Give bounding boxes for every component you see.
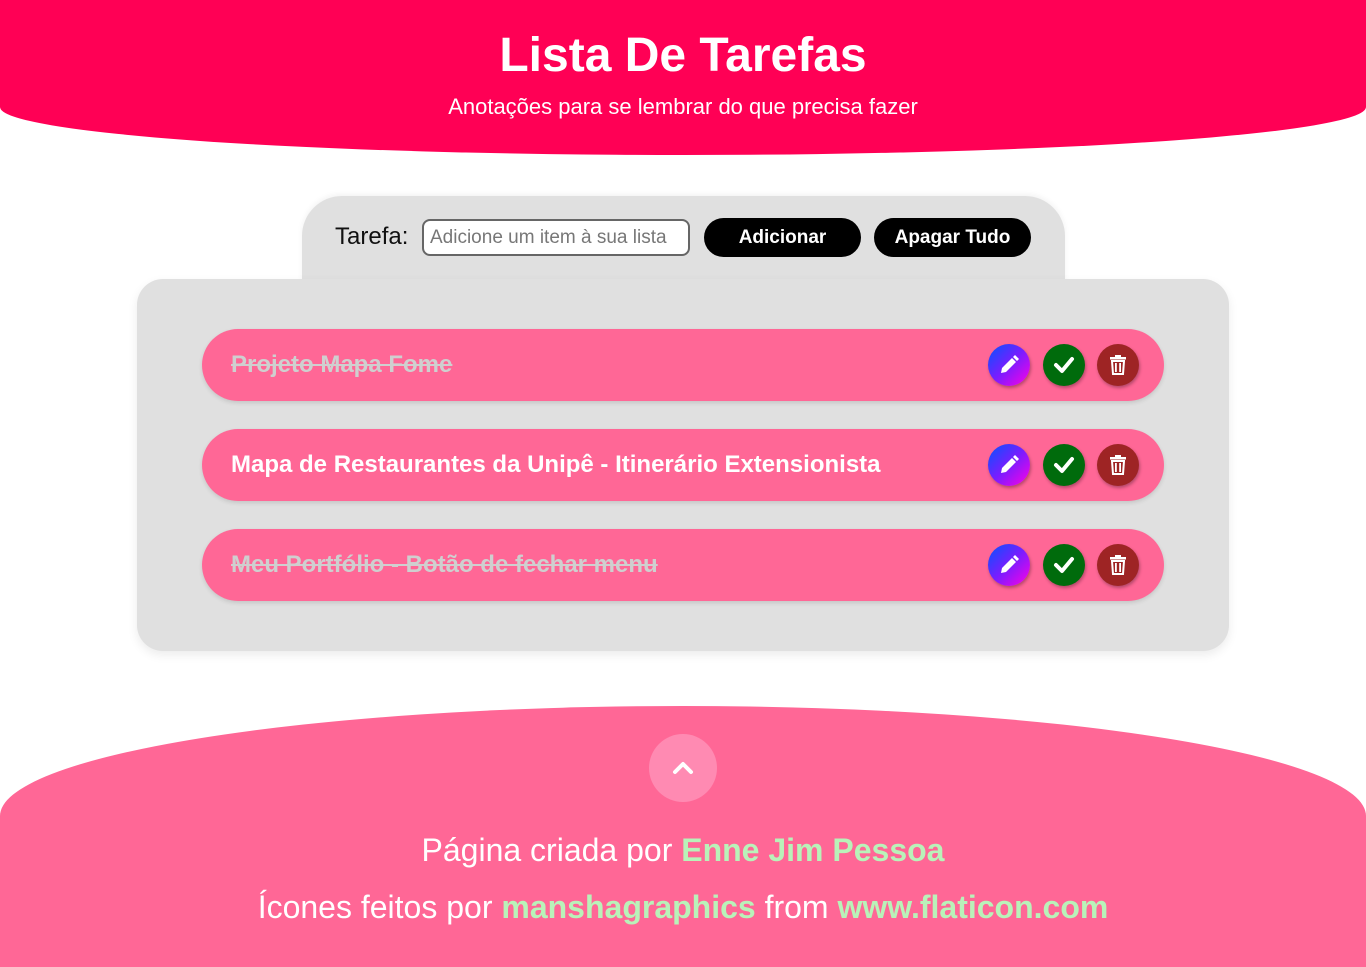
check-icon	[1054, 557, 1074, 573]
back-to-top-button[interactable]	[649, 734, 717, 802]
icons-author-link[interactable]: manshagraphics	[501, 889, 755, 925]
clear-all-button[interactable]: Apagar Tudo	[874, 218, 1031, 257]
task-input-label: Tarefa:	[335, 223, 409, 250]
task-text: Mapa de Restaurantes da Unipê - Itinerár…	[231, 451, 881, 478]
pencil-icon	[1001, 355, 1019, 373]
edit-button[interactable]	[988, 344, 1030, 386]
page-subtitle: Anotações para se lembrar do que precisa…	[448, 94, 918, 119]
author-link[interactable]: Enne Jim Pessoa	[681, 832, 944, 868]
add-button[interactable]: Adicionar	[704, 218, 861, 257]
edit-button[interactable]	[988, 444, 1030, 486]
icons-prefix: Ícones feitos por	[257, 889, 502, 925]
task-text: Projeto Mapa Fome	[231, 351, 453, 378]
complete-button[interactable]	[1043, 344, 1085, 386]
complete-button[interactable]	[1043, 444, 1085, 486]
check-icon	[1054, 457, 1074, 473]
pencil-icon	[1001, 555, 1019, 573]
page-title: Lista De Tarefas	[499, 29, 867, 82]
task-item: Mapa de Restaurantes da Unipê - Itinerár…	[202, 429, 1164, 501]
task-input[interactable]	[422, 219, 690, 256]
trash-icon	[1110, 355, 1126, 375]
page-header: Lista De Tarefas Anotações para se lembr…	[0, 0, 1366, 155]
delete-button[interactable]	[1097, 444, 1139, 486]
trash-icon	[1110, 455, 1126, 475]
credit-prefix: Página criada por	[421, 832, 682, 868]
edit-button[interactable]	[988, 544, 1030, 586]
chevron-up-icon	[673, 762, 693, 774]
task-text: Meu Portfólio - Botão de fechar menu	[231, 551, 658, 578]
pencil-icon	[1001, 455, 1019, 473]
task-item: Meu Portfólio - Botão de fechar menu	[202, 529, 1164, 601]
task-item: Projeto Mapa Fome	[202, 329, 1164, 401]
footer-icons-credit: Ícones feitos por manshagraphics from ww…	[0, 887, 1366, 927]
check-icon	[1054, 357, 1074, 373]
footer-credit: Página criada por Enne Jim Pessoa	[0, 830, 1366, 870]
trash-icon	[1110, 555, 1126, 575]
from-text: from	[755, 889, 838, 925]
delete-button[interactable]	[1097, 544, 1139, 586]
delete-button[interactable]	[1097, 344, 1139, 386]
complete-button[interactable]	[1043, 544, 1085, 586]
flaticon-link[interactable]: www.flaticon.com	[837, 889, 1108, 925]
